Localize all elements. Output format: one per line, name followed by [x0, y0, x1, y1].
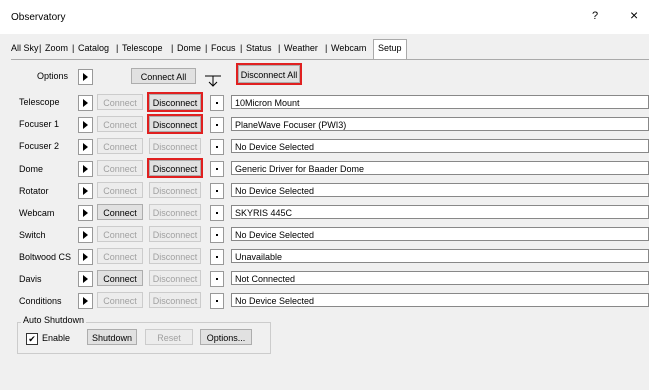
tab-catalog[interactable]: Catalog: [78, 43, 109, 53]
connect-all-button[interactable]: Connect All: [131, 68, 196, 84]
tab-status[interactable]: Status: [246, 43, 272, 53]
davis-disconnect-button[interactable]: Disconnect: [149, 270, 201, 286]
rotator-select-button[interactable]: [210, 183, 224, 199]
shutdown-button[interactable]: Shutdown: [87, 329, 137, 345]
rotator-connect-button[interactable]: Connect: [97, 182, 143, 198]
boltwood-select-button[interactable]: [210, 249, 224, 265]
boltwood-connect-button[interactable]: Connect: [97, 248, 143, 264]
row-label-focuser-2: Focuser 2: [19, 141, 60, 151]
conditions-connect-button[interactable]: Connect: [97, 292, 143, 308]
row-label-webcam: Webcam: [19, 208, 55, 218]
dome-connect-button[interactable]: Connect: [97, 160, 143, 176]
rotator-device-field[interactable]: No Device Selected: [231, 183, 649, 197]
telescope-select-button[interactable]: [210, 95, 224, 111]
telescope-arrow-button[interactable]: [78, 95, 93, 111]
switch-select-button[interactable]: [210, 227, 224, 243]
window-title: Observatory: [11, 12, 66, 23]
dome-arrow-button[interactable]: [78, 161, 93, 177]
help-button[interactable]: ?: [592, 10, 598, 22]
webcam-select-button[interactable]: [210, 205, 224, 221]
row-label-boltwood-cs: Boltwood CS: [19, 252, 72, 262]
switch-connect-button[interactable]: Connect: [97, 226, 143, 242]
row-label-conditions: Conditions: [19, 296, 62, 306]
conditions-disconnect-button[interactable]: Disconnect: [149, 292, 201, 308]
focuser1-disconnect-button[interactable]: Disconnect: [147, 114, 203, 134]
tab-all-sky[interactable]: All Sky: [11, 43, 39, 53]
webcam-arrow-button[interactable]: [78, 205, 93, 221]
conditions-device-field[interactable]: No Device Selected: [231, 293, 649, 307]
focuser2-arrow-button[interactable]: [78, 139, 93, 155]
focuser2-select-button[interactable]: [210, 139, 224, 155]
webcam-connect-button[interactable]: Connect: [97, 204, 143, 220]
row-label-rotator: Rotator: [19, 186, 49, 196]
rotator-disconnect-button[interactable]: Disconnect: [149, 182, 201, 198]
row-label-davis: Davis: [19, 274, 42, 284]
disconnect-all-button[interactable]: Disconnect All: [236, 63, 302, 85]
auto-shutdown-options-button[interactable]: Options...: [200, 329, 252, 345]
row-label-switch: Switch: [19, 230, 46, 240]
davis-connect-button[interactable]: Connect: [97, 270, 143, 286]
telescope-device-field[interactable]: 10Micron Mount: [231, 95, 649, 109]
tab-telescope[interactable]: Telescope: [122, 43, 163, 53]
webcam-device-field[interactable]: SKYRIS 445C: [231, 205, 649, 219]
davis-arrow-button[interactable]: [78, 271, 93, 287]
conditions-arrow-button[interactable]: [78, 293, 93, 309]
row-label-telescope: Telescope: [19, 97, 60, 107]
auto-shutdown-legend: Auto Shutdown: [21, 315, 87, 325]
davis-device-field[interactable]: Not Connected: [231, 271, 649, 285]
focuser1-select-button[interactable]: [210, 117, 224, 133]
boltwood-disconnect-button[interactable]: Disconnect: [149, 248, 201, 264]
focuser1-arrow-button[interactable]: [78, 117, 93, 133]
options-label: Options: [37, 71, 69, 81]
switch-arrow-button[interactable]: [78, 227, 93, 243]
close-button[interactable]: ×: [630, 8, 638, 22]
tab-webcam[interactable]: Webcam: [331, 43, 366, 53]
focuser2-device-field[interactable]: No Device Selected: [231, 139, 649, 153]
focuser2-disconnect-button[interactable]: Disconnect: [149, 138, 201, 154]
tab-zoom[interactable]: Zoom: [45, 43, 68, 53]
options-arrow-button[interactable]: [78, 69, 93, 85]
tab-focus[interactable]: Focus: [211, 43, 236, 53]
switch-device-field[interactable]: No Device Selected: [231, 227, 649, 241]
dome-select-button[interactable]: [210, 161, 224, 177]
focuser1-device-field[interactable]: PlaneWave Focuser (PWI3): [231, 117, 649, 131]
enable-label: Enable: [42, 333, 71, 343]
enable-checkbox[interactable]: ✔: [26, 333, 38, 345]
telescope-disconnect-button[interactable]: Disconnect: [147, 92, 203, 112]
telescope-connect-button[interactable]: Connect: [97, 94, 143, 110]
focuser2-connect-button[interactable]: Connect: [97, 138, 143, 154]
davis-select-button[interactable]: [210, 271, 224, 287]
conditions-select-button[interactable]: [210, 293, 224, 309]
tab-dome[interactable]: Dome: [177, 43, 201, 53]
dome-device-field[interactable]: Generic Driver for Baader Dome: [231, 161, 649, 175]
boltwood-device-field[interactable]: Unavailable: [231, 249, 649, 263]
tab-weather[interactable]: Weather: [284, 43, 318, 53]
row-label-dome: Dome: [19, 164, 44, 174]
rotator-arrow-button[interactable]: [78, 183, 93, 199]
dome-disconnect-button[interactable]: Disconnect: [147, 158, 203, 178]
boltwood-arrow-button[interactable]: [78, 249, 93, 265]
tab-setup[interactable]: Setup: [373, 39, 407, 60]
connect-tree-icon: [205, 75, 221, 87]
webcam-disconnect-button[interactable]: Disconnect: [149, 204, 201, 220]
focuser1-connect-button[interactable]: Connect: [97, 116, 143, 132]
row-label-focuser-1: Focuser 1: [19, 119, 60, 129]
switch-disconnect-button[interactable]: Disconnect: [149, 226, 201, 242]
tab-bar: All Sky | Zoom | Catalog | Telescope | D…: [11, 39, 421, 60]
title-bar: Observatory ? ×: [0, 0, 649, 34]
reset-button[interactable]: Reset: [145, 329, 193, 345]
